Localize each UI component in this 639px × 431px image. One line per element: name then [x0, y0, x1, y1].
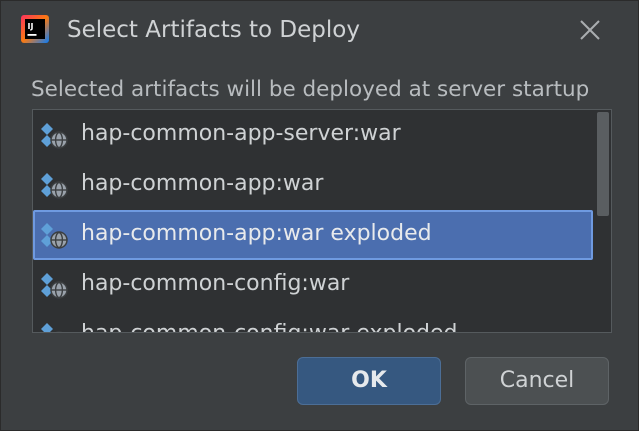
cancel-button[interactable]: Cancel	[465, 357, 609, 405]
artifact-list-item[interactable]: hap-common-app:war	[33, 160, 593, 210]
web-artifact-icon	[39, 122, 69, 150]
artifact-list-item[interactable]: hap-common-config:war	[33, 260, 593, 310]
dialog-description: Selected artifacts will be deployed at s…	[31, 77, 590, 102]
artifact-label: hap-common-app:war exploded	[81, 221, 432, 246]
select-artifacts-dialog: IJ Select Artifacts to Deploy Selected a…	[0, 0, 639, 431]
web-artifact-icon	[39, 222, 69, 250]
artifact-list-item[interactable]: hap-common-app:war exploded	[33, 210, 593, 260]
web-artifact-icon	[39, 272, 69, 300]
web-artifact-icon	[39, 322, 69, 332]
close-icon[interactable]	[575, 15, 605, 45]
artifact-label: hap-common-app:war	[81, 171, 324, 196]
artifact-list-viewport: hap-common-app-server:war hap-common-app:…	[33, 110, 595, 332]
artifact-list-item[interactable]: hap-common-config:war exploded	[33, 310, 593, 332]
dialog-title: Select Artifacts to Deploy	[67, 17, 360, 43]
web-artifact-icon	[39, 172, 69, 200]
intellij-idea-icon: IJ	[21, 15, 49, 43]
artifact-list[interactable]: hap-common-app-server:war hap-common-app:…	[32, 109, 612, 333]
artifact-label: hap-common-app-server:war	[81, 121, 401, 146]
scrollbar-thumb[interactable]	[597, 112, 609, 216]
artifact-list-item[interactable]: hap-common-app-server:war	[33, 110, 593, 160]
artifact-list-scrollbar[interactable]	[595, 110, 611, 332]
ok-button[interactable]: OK	[297, 357, 441, 405]
svg-text:IJ: IJ	[28, 22, 34, 31]
artifact-label: hap-common-config:war	[81, 271, 350, 296]
artifact-label: hap-common-config:war exploded	[81, 319, 458, 332]
title-bar: IJ Select Artifacts to Deploy	[1, 1, 638, 59]
